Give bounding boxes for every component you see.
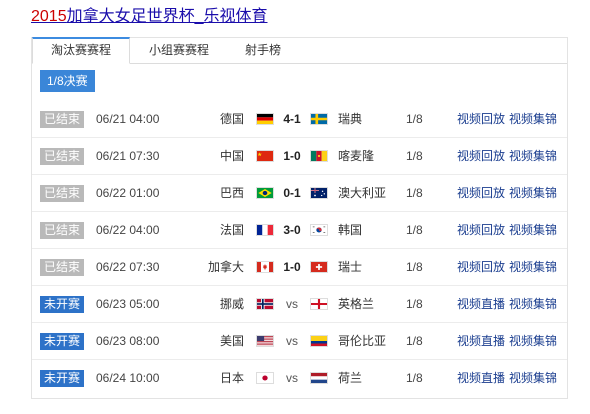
match-status-badge: 未开赛	[40, 333, 85, 350]
match-time: 06/22 07:30	[96, 260, 160, 274]
video-replay-link[interactable]: 视频回放	[457, 212, 505, 248]
china-flag-icon	[256, 150, 274, 162]
colombia-flag-icon	[310, 335, 328, 347]
schedule-card: 淘汰赛赛程 小组赛赛程 射手榜 1/8决赛 已结束 06/21 04:00 德国…	[31, 37, 568, 399]
match-stage: 1/8	[406, 334, 423, 348]
match-score: 0-1	[283, 186, 301, 200]
match-score: 3-0	[283, 223, 301, 237]
japan-flag-icon	[256, 372, 274, 384]
video-live-link[interactable]: 视频直播	[457, 286, 505, 322]
video-highlights-link[interactable]: 视频集锦	[509, 101, 557, 137]
round-badge[interactable]: 1/8决赛	[40, 70, 95, 92]
match-time: 06/23 05:00	[96, 297, 160, 311]
match-row: 已结束 06/21 04:00 德国 4-1 瑞典 1/8 视频回放 视频集锦	[32, 101, 567, 138]
norway-flag-icon	[256, 298, 274, 310]
away-team: 英格兰	[338, 297, 375, 311]
video-replay-link[interactable]: 视频回放	[457, 138, 505, 174]
video-replay-link[interactable]: 视频回放	[457, 249, 505, 285]
match-status-badge: 未开赛	[40, 296, 85, 313]
tab-scorers[interactable]: 射手榜	[228, 38, 298, 63]
canada-flag-icon	[256, 261, 274, 273]
match-time: 06/21 07:30	[96, 149, 160, 163]
match-stage: 1/8	[406, 297, 423, 311]
home-team: 巴西	[219, 186, 244, 200]
away-team: 荷兰	[338, 371, 363, 385]
versus-label: vs	[286, 297, 298, 311]
netherlands-flag-icon	[310, 372, 328, 384]
home-team: 法国	[219, 223, 244, 237]
away-team: 澳大利亚	[338, 186, 387, 200]
video-replay-link[interactable]: 视频回放	[457, 175, 505, 211]
video-live-link[interactable]: 视频直播	[457, 323, 505, 359]
switzerland-flag-icon	[310, 261, 328, 273]
match-time: 06/22 04:00	[96, 223, 160, 237]
away-team: 哥伦比亚	[338, 334, 387, 348]
australia-flag-icon	[310, 187, 328, 199]
home-team: 德国	[219, 112, 244, 126]
away-team: 喀麦隆	[338, 149, 375, 163]
match-stage: 1/8	[406, 149, 423, 163]
brazil-flag-icon	[256, 187, 274, 199]
match-row: 未开赛 06/24 10:00 日本 vs 荷兰 1/8 视频直播 视频集锦	[32, 360, 567, 397]
match-row: 未开赛 06/23 08:00 美国 vs 哥伦比亚 1/8 视频直播 视频集锦	[32, 323, 567, 360]
home-team: 加拿大	[207, 260, 244, 274]
match-status-badge: 已结束	[40, 259, 85, 276]
match-stage: 1/8	[406, 112, 423, 126]
match-score: 4-1	[283, 112, 301, 126]
away-team: 瑞士	[338, 260, 363, 274]
match-status-badge: 已结束	[40, 148, 85, 165]
match-row: 已结束 06/21 07:30 中国 1-0 喀麦隆 1/8 视频回放 视频集锦	[32, 138, 567, 175]
video-highlights-link[interactable]: 视频集锦	[509, 360, 557, 396]
tab-bar: 淘汰赛赛程 小组赛赛程 射手榜	[32, 37, 567, 64]
home-team: 美国	[219, 334, 244, 348]
usa-flag-icon	[256, 335, 274, 347]
match-time: 06/24 10:00	[96, 371, 160, 385]
away-team: 瑞典	[338, 112, 363, 126]
match-row: 已结束 06/22 04:00 法国 3-0 韩国 1/8 视频回放 视频集锦	[32, 212, 567, 249]
match-list: 已结束 06/21 04:00 德国 4-1 瑞典 1/8 视频回放 视频集锦 …	[32, 101, 567, 397]
match-stage: 1/8	[406, 223, 423, 237]
tab-knockout[interactable]: 淘汰赛赛程	[32, 37, 130, 64]
korea-flag-icon	[310, 224, 328, 236]
france-flag-icon	[256, 224, 274, 236]
match-stage: 1/8	[406, 260, 423, 274]
match-time: 06/23 08:00	[96, 334, 160, 348]
away-team: 韩国	[338, 223, 363, 237]
match-status-badge: 未开赛	[40, 370, 85, 387]
match-time: 06/22 01:00	[96, 186, 160, 200]
page-title-link[interactable]: 2015加拿大女足世界杯_乐视体育	[31, 6, 268, 28]
video-live-link[interactable]: 视频直播	[457, 360, 505, 396]
video-highlights-link[interactable]: 视频集锦	[509, 249, 557, 285]
video-highlights-link[interactable]: 视频集锦	[509, 175, 557, 211]
video-highlights-link[interactable]: 视频集锦	[509, 138, 557, 174]
match-score: 1-0	[283, 260, 301, 274]
england-flag-icon	[310, 298, 328, 310]
video-highlights-link[interactable]: 视频集锦	[509, 323, 557, 359]
home-team: 中国	[219, 149, 244, 163]
video-replay-link[interactable]: 视频回放	[457, 101, 505, 137]
video-highlights-link[interactable]: 视频集锦	[509, 212, 557, 248]
sweden-flag-icon	[310, 113, 328, 125]
cameroon-flag-icon	[310, 150, 328, 162]
title-year: 2015	[31, 8, 67, 25]
match-status-badge: 已结束	[40, 185, 85, 202]
match-time: 06/21 04:00	[96, 112, 160, 126]
germany-flag-icon	[256, 113, 274, 125]
match-row: 已结束 06/22 07:30 加拿大 1-0 瑞士 1/8 视频回放 视频集锦	[32, 249, 567, 286]
home-team: 日本	[219, 371, 244, 385]
match-row: 未开赛 06/23 05:00 挪威 vs 英格兰 1/8 视频直播 视频集锦	[32, 286, 567, 323]
home-team: 挪威	[219, 297, 244, 311]
title-text: 加拿大女足世界杯_乐视体育	[66, 8, 268, 25]
match-stage: 1/8	[406, 371, 423, 385]
match-row: 已结束 06/22 01:00 巴西 0-1 澳大利亚 1/8 视频回放 视频集…	[32, 175, 567, 212]
video-highlights-link[interactable]: 视频集锦	[509, 286, 557, 322]
tab-group-stage[interactable]: 小组赛赛程	[134, 38, 224, 63]
match-score: 1-0	[283, 149, 301, 163]
match-status-badge: 已结束	[40, 222, 85, 239]
match-status-badge: 已结束	[40, 111, 85, 128]
versus-label: vs	[286, 371, 298, 385]
match-stage: 1/8	[406, 186, 423, 200]
versus-label: vs	[286, 334, 298, 348]
